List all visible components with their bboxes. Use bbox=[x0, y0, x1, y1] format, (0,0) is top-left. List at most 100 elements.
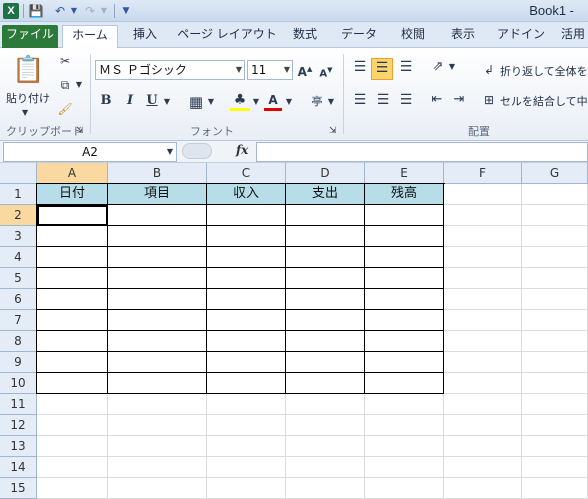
cell-c8[interactable] bbox=[207, 331, 286, 352]
cell-c11[interactable] bbox=[207, 394, 286, 415]
merge-center-icon[interactable]: ⊞ bbox=[481, 91, 497, 109]
cell-a6[interactable] bbox=[37, 289, 108, 310]
cell-a9[interactable] bbox=[37, 352, 108, 373]
cell-b9[interactable] bbox=[108, 352, 207, 373]
cell-c1[interactable]: 収入 bbox=[207, 184, 286, 205]
cell-d2[interactable] bbox=[286, 205, 365, 226]
cell-e11[interactable] bbox=[365, 394, 444, 415]
cell-d1[interactable]: 支出 bbox=[286, 184, 365, 205]
cell-c3[interactable] bbox=[207, 226, 286, 247]
row-header-15[interactable]: 15 bbox=[0, 478, 37, 499]
tab-utilize[interactable]: 活用 bbox=[558, 25, 588, 48]
cell-f3[interactable] bbox=[444, 226, 522, 247]
cell-g14[interactable] bbox=[522, 457, 588, 478]
save-icon[interactable]: 💾 bbox=[28, 3, 44, 19]
row-header-1[interactable]: 1 bbox=[0, 184, 37, 205]
phonetic-icon[interactable]: 亭 bbox=[308, 93, 326, 111]
column-header-f[interactable]: F bbox=[444, 163, 522, 184]
cell-b2[interactable] bbox=[108, 205, 207, 226]
decrease-indent-icon[interactable]: ⇤ bbox=[428, 91, 446, 109]
row-header-2[interactable]: 2 bbox=[0, 205, 37, 226]
underline-dropdown-icon[interactable]: ▼ bbox=[162, 93, 172, 111]
cell-c9[interactable] bbox=[207, 352, 286, 373]
undo-dropdown-icon[interactable]: ▼ bbox=[66, 3, 82, 19]
row-header-10[interactable]: 10 bbox=[0, 373, 37, 394]
cell-e13[interactable] bbox=[365, 436, 444, 457]
orientation-dropdown-icon[interactable]: ▼ bbox=[447, 58, 457, 76]
orientation-icon[interactable]: ⇗ bbox=[428, 58, 448, 76]
cell-e3[interactable] bbox=[365, 226, 444, 247]
column-header-e[interactable]: E bbox=[365, 163, 444, 184]
font-color-icon[interactable]: A bbox=[264, 93, 282, 111]
cell-g2[interactable] bbox=[522, 205, 588, 226]
cell-g5[interactable] bbox=[522, 268, 588, 289]
row-header-7[interactable]: 7 bbox=[0, 310, 37, 331]
cell-c7[interactable] bbox=[207, 310, 286, 331]
column-header-a[interactable]: A bbox=[37, 163, 108, 184]
copy-dropdown-icon[interactable]: ▼ bbox=[74, 76, 84, 94]
tab-formulas[interactable]: 数式 bbox=[284, 25, 326, 48]
align-center-icon[interactable]: ☰ bbox=[373, 91, 393, 109]
cell-a8[interactable] bbox=[37, 331, 108, 352]
row-header-9[interactable]: 9 bbox=[0, 352, 37, 373]
row-header-8[interactable]: 8 bbox=[0, 331, 37, 352]
cell-e12[interactable] bbox=[365, 415, 444, 436]
cell-d12[interactable] bbox=[286, 415, 365, 436]
tab-data[interactable]: データ bbox=[334, 25, 384, 48]
cell-f2[interactable] bbox=[444, 205, 522, 226]
cell-d9[interactable] bbox=[286, 352, 365, 373]
cell-g12[interactable] bbox=[522, 415, 588, 436]
cell-a2[interactable] bbox=[37, 205, 108, 226]
cell-b12[interactable] bbox=[108, 415, 207, 436]
clipboard-launcher-icon[interactable]: ⇲ bbox=[76, 122, 84, 140]
align-left-icon[interactable]: ☰ bbox=[350, 91, 370, 109]
cell-d4[interactable] bbox=[286, 247, 365, 268]
cell-c14[interactable] bbox=[207, 457, 286, 478]
merge-center-button[interactable]: セルを結合して中央 bbox=[500, 93, 588, 109]
column-header-b[interactable]: B bbox=[108, 163, 207, 184]
cell-b4[interactable] bbox=[108, 247, 207, 268]
cell-c12[interactable] bbox=[207, 415, 286, 436]
cell-d8[interactable] bbox=[286, 331, 365, 352]
row-header-12[interactable]: 12 bbox=[0, 415, 37, 436]
cell-b1[interactable]: 項目 bbox=[108, 184, 207, 205]
name-box-dropdown-icon[interactable]: ▼ bbox=[165, 143, 175, 161]
column-header-g[interactable]: G bbox=[522, 163, 588, 184]
borders-dropdown-icon[interactable]: ▼ bbox=[206, 93, 216, 111]
cell-f10[interactable] bbox=[444, 373, 522, 394]
font-color-dropdown-icon[interactable]: ▼ bbox=[284, 93, 294, 111]
column-header-d[interactable]: D bbox=[286, 163, 365, 184]
copy-icon[interactable]: ⧉ bbox=[56, 76, 74, 94]
cell-d7[interactable] bbox=[286, 310, 365, 331]
cell-e14[interactable] bbox=[365, 457, 444, 478]
shrink-font-icon[interactable]: A▼ bbox=[318, 61, 334, 83]
cell-e4[interactable] bbox=[365, 247, 444, 268]
cell-f13[interactable] bbox=[444, 436, 522, 457]
row-header-3[interactable]: 3 bbox=[0, 226, 37, 247]
phonetic-dropdown-icon[interactable]: ▼ bbox=[326, 93, 336, 111]
tab-page-layout[interactable]: ページ レイアウト bbox=[176, 25, 278, 48]
cell-g8[interactable] bbox=[522, 331, 588, 352]
cell-f11[interactable] bbox=[444, 394, 522, 415]
cell-f14[interactable] bbox=[444, 457, 522, 478]
cell-b8[interactable] bbox=[108, 331, 207, 352]
cell-b14[interactable] bbox=[108, 457, 207, 478]
cell-f5[interactable] bbox=[444, 268, 522, 289]
cell-e15[interactable] bbox=[365, 478, 444, 499]
cell-g3[interactable] bbox=[522, 226, 588, 247]
cell-g6[interactable] bbox=[522, 289, 588, 310]
cell-d11[interactable] bbox=[286, 394, 365, 415]
cell-c4[interactable] bbox=[207, 247, 286, 268]
cell-f12[interactable] bbox=[444, 415, 522, 436]
column-header-c[interactable]: C bbox=[207, 163, 286, 184]
customize-icon[interactable]: ▼ bbox=[118, 3, 134, 19]
cell-a4[interactable] bbox=[37, 247, 108, 268]
cell-d3[interactable] bbox=[286, 226, 365, 247]
cell-b10[interactable] bbox=[108, 373, 207, 394]
cell-b13[interactable] bbox=[108, 436, 207, 457]
row-header-13[interactable]: 13 bbox=[0, 436, 37, 457]
grow-font-icon[interactable]: A▲ bbox=[297, 60, 313, 81]
tab-file[interactable]: ファイル bbox=[2, 25, 58, 48]
cell-a11[interactable] bbox=[37, 394, 108, 415]
cell-d15[interactable] bbox=[286, 478, 365, 499]
